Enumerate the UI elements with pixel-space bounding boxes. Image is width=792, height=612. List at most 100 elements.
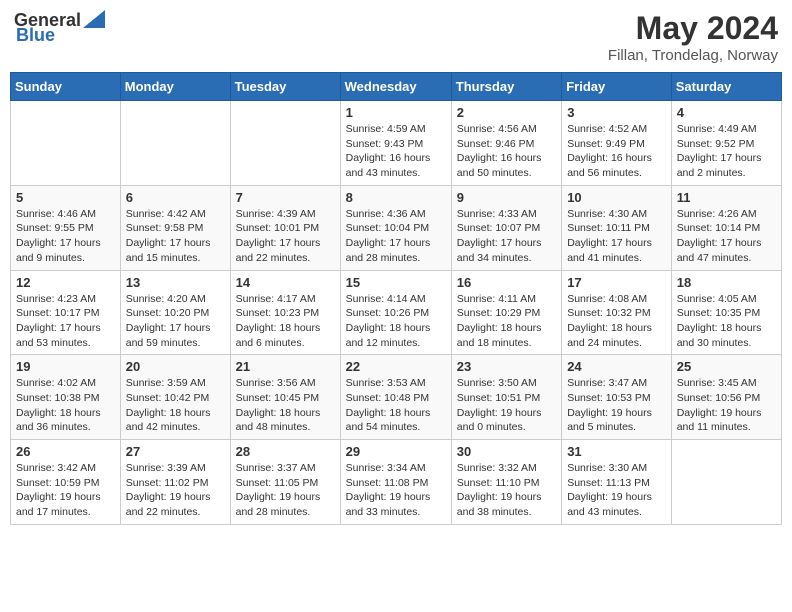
calendar-cell: 27 Sunrise: 3:39 AM Sunset: 11:02 PM Dayl… (120, 440, 230, 525)
calendar-cell: 23Sunrise: 3:50 AM Sunset: 10:51 PM Dayl… (451, 355, 561, 440)
day-info: Sunrise: 4:05 AM Sunset: 10:35 PM Daylig… (677, 292, 776, 351)
calendar-cell: 26 Sunrise: 3:42 AM Sunset: 10:59 PM Dayl… (11, 440, 121, 525)
day-number: 2 (457, 105, 556, 120)
day-number: 21 (236, 359, 335, 374)
day-info: Sunrise: 3:42 AM Sunset: 10:59 PM Daylig… (16, 461, 115, 520)
day-info: Sunrise: 4:59 AM Sunset: 9:43 PM Dayligh… (346, 122, 446, 181)
calendar-cell: 11 Sunrise: 4:26 AM Sunset: 10:14 PM Dayl… (671, 185, 781, 270)
calendar-cell: 15 Sunrise: 4:14 AM Sunset: 10:26 PM Dayl… (340, 270, 451, 355)
day-info: Sunrise: 4:46 AM Sunset: 9:55 PM Dayligh… (16, 207, 115, 266)
location-title: Fillan, Trondelag, Norway (608, 47, 778, 64)
calendar-cell: 13 Sunrise: 4:20 AM Sunset: 10:20 PM Dayl… (120, 270, 230, 355)
weekday-header-monday: Monday (120, 73, 230, 101)
day-info: Sunrise: 4:23 AM Sunset: 10:17 PM Daylig… (16, 292, 115, 351)
week-row-2: 5 Sunrise: 4:46 AM Sunset: 9:55 PM Daylig… (11, 185, 782, 270)
week-row-1: 1 Sunrise: 4:59 AM Sunset: 9:43 PM Daylig… (11, 101, 782, 186)
day-number: 20 (126, 359, 225, 374)
calendar-cell: 5 Sunrise: 4:46 AM Sunset: 9:55 PM Daylig… (11, 185, 121, 270)
day-number: 6 (126, 190, 225, 205)
day-number: 17 (567, 275, 666, 290)
day-info: Sunrise: 3:30 AM Sunset: 11:13 PM Daylig… (567, 461, 666, 520)
day-number: 12 (16, 275, 115, 290)
day-number: 1 (346, 105, 446, 120)
day-info: Sunrise: 4:33 AM Sunset: 10:07 PM Daylig… (457, 207, 556, 266)
day-info: Sunrise: 4:11 AM Sunset: 10:29 PM Daylig… (457, 292, 556, 351)
day-number: 31 (567, 444, 666, 459)
weekday-header-thursday: Thursday (451, 73, 561, 101)
calendar-cell: 10 Sunrise: 4:30 AM Sunset: 10:11 PM Dayl… (562, 185, 672, 270)
day-number: 24 (567, 359, 666, 374)
day-info: Sunrise: 4:52 AM Sunset: 9:49 PM Dayligh… (567, 122, 666, 181)
day-number: 23 (457, 359, 556, 374)
day-number: 15 (346, 275, 446, 290)
calendar-cell: 4 Sunrise: 4:49 AM Sunset: 9:52 PM Daylig… (671, 101, 781, 186)
calendar-table: SundayMondayTuesdayWednesdayThursdayFrid… (10, 72, 782, 525)
day-number: 27 (126, 444, 225, 459)
day-info: Sunrise: 4:30 AM Sunset: 10:11 PM Daylig… (567, 207, 666, 266)
day-info: Sunrise: 3:39 AM Sunset: 11:02 PM Daylig… (126, 461, 225, 520)
day-info: Sunrise: 3:34 AM Sunset: 11:08 PM Daylig… (346, 461, 446, 520)
day-info: Sunrise: 3:37 AM Sunset: 11:05 PM Daylig… (236, 461, 335, 520)
day-number: 7 (236, 190, 335, 205)
calendar-cell (120, 101, 230, 186)
day-info: Sunrise: 4:49 AM Sunset: 9:52 PM Dayligh… (677, 122, 776, 181)
weekday-header-wednesday: Wednesday (340, 73, 451, 101)
day-info: Sunrise: 4:14 AM Sunset: 10:26 PM Daylig… (346, 292, 446, 351)
calendar-cell: 9 Sunrise: 4:33 AM Sunset: 10:07 PM Dayli… (451, 185, 561, 270)
day-number: 18 (677, 275, 776, 290)
weekday-header-row: SundayMondayTuesdayWednesdayThursdayFrid… (11, 73, 782, 101)
day-number: 16 (457, 275, 556, 290)
day-number: 29 (346, 444, 446, 459)
day-info: Sunrise: 3:56 AM Sunset: 10:45 PM Daylig… (236, 376, 335, 435)
day-info: Sunrise: 4:42 AM Sunset: 9:58 PM Dayligh… (126, 207, 225, 266)
day-number: 19 (16, 359, 115, 374)
calendar-cell: 19 Sunrise: 4:02 AM Sunset: 10:38 PM Dayl… (11, 355, 121, 440)
weekday-header-friday: Friday (562, 73, 672, 101)
weekday-header-tuesday: Tuesday (230, 73, 340, 101)
calendar-cell: 16 Sunrise: 4:11 AM Sunset: 10:29 PM Dayl… (451, 270, 561, 355)
day-number: 8 (346, 190, 446, 205)
week-row-3: 12 Sunrise: 4:23 AM Sunset: 10:17 PM Dayl… (11, 270, 782, 355)
calendar-cell: 30 Sunrise: 3:32 AM Sunset: 11:10 PM Dayl… (451, 440, 561, 525)
day-info: Sunrise: 4:08 AM Sunset: 10:32 PM Daylig… (567, 292, 666, 351)
calendar-cell: 3Sunrise: 4:52 AM Sunset: 9:49 PM Daylig… (562, 101, 672, 186)
calendar-cell: 28 Sunrise: 3:37 AM Sunset: 11:05 PM Dayl… (230, 440, 340, 525)
day-info: Sunrise: 4:26 AM Sunset: 10:14 PM Daylig… (677, 207, 776, 266)
day-number: 9 (457, 190, 556, 205)
day-number: 13 (126, 275, 225, 290)
logo-icon (83, 10, 105, 28)
day-number: 5 (16, 190, 115, 205)
calendar-cell: 29 Sunrise: 3:34 AM Sunset: 11:08 PM Dayl… (340, 440, 451, 525)
calendar-cell: 14Sunrise: 4:17 AM Sunset: 10:23 PM Dayl… (230, 270, 340, 355)
day-number: 10 (567, 190, 666, 205)
calendar-cell: 6 Sunrise: 4:42 AM Sunset: 9:58 PM Daylig… (120, 185, 230, 270)
day-number: 28 (236, 444, 335, 459)
calendar-cell (230, 101, 340, 186)
day-number: 14 (236, 275, 335, 290)
calendar-cell: 22Sunrise: 3:53 AM Sunset: 10:48 PM Dayl… (340, 355, 451, 440)
day-info: Sunrise: 3:59 AM Sunset: 10:42 PM Daylig… (126, 376, 225, 435)
day-number: 11 (677, 190, 776, 205)
calendar-cell: 24 Sunrise: 3:47 AM Sunset: 10:53 PM Dayl… (562, 355, 672, 440)
day-number: 26 (16, 444, 115, 459)
week-row-5: 26 Sunrise: 3:42 AM Sunset: 10:59 PM Dayl… (11, 440, 782, 525)
calendar-cell: 21 Sunrise: 3:56 AM Sunset: 10:45 PM Dayl… (230, 355, 340, 440)
title-block: May 2024 Fillan, Trondelag, Norway (608, 10, 778, 64)
day-info: Sunrise: 4:39 AM Sunset: 10:01 PM Daylig… (236, 207, 335, 266)
day-info: Sunrise: 4:02 AM Sunset: 10:38 PM Daylig… (16, 376, 115, 435)
calendar-cell: 17 Sunrise: 4:08 AM Sunset: 10:32 PM Dayl… (562, 270, 672, 355)
day-info: Sunrise: 3:47 AM Sunset: 10:53 PM Daylig… (567, 376, 666, 435)
logo: General Blue (14, 10, 105, 46)
calendar-cell: 1 Sunrise: 4:59 AM Sunset: 9:43 PM Daylig… (340, 101, 451, 186)
weekday-header-sunday: Sunday (11, 73, 121, 101)
calendar-cell: 7 Sunrise: 4:39 AM Sunset: 10:01 PM Dayli… (230, 185, 340, 270)
calendar-cell (11, 101, 121, 186)
day-info: Sunrise: 4:20 AM Sunset: 10:20 PM Daylig… (126, 292, 225, 351)
day-info: Sunrise: 3:32 AM Sunset: 11:10 PM Daylig… (457, 461, 556, 520)
day-info: Sunrise: 3:45 AM Sunset: 10:56 PM Daylig… (677, 376, 776, 435)
calendar-cell: 2 Sunrise: 4:56 AM Sunset: 9:46 PM Daylig… (451, 101, 561, 186)
day-number: 4 (677, 105, 776, 120)
page-header: General Blue May 2024 Fillan, Trondelag,… (10, 10, 782, 64)
day-number: 30 (457, 444, 556, 459)
day-info: Sunrise: 4:56 AM Sunset: 9:46 PM Dayligh… (457, 122, 556, 181)
